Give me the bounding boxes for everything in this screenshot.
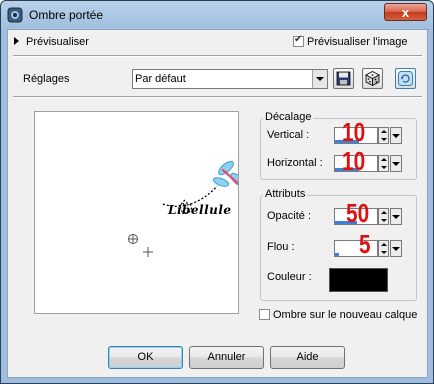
preview-image-checkbox[interactable] <box>293 34 304 47</box>
preset-dropdown[interactable]: Par défaut <box>132 69 328 89</box>
close-button[interactable]: x <box>384 3 427 21</box>
randomize-button[interactable] <box>362 68 383 89</box>
opacity-label: Opacité : <box>267 210 312 222</box>
blur-input[interactable] <box>334 240 378 257</box>
help-button[interactable]: Aide <box>270 346 345 369</box>
save-preset-button[interactable] <box>333 68 354 89</box>
horizontal-label: Horizontal : <box>267 157 323 169</box>
blur-value: 5 <box>359 229 371 259</box>
title-bar[interactable]: Ombre portée x <box>1 1 433 29</box>
chevron-down-icon <box>312 70 327 88</box>
horizontal-spin-arrows-icon[interactable] <box>378 155 389 172</box>
vertical-value: 10 <box>342 117 366 147</box>
watermark-text: Libellule <box>168 203 232 217</box>
attributes-group-title: Attributs <box>263 188 308 200</box>
vertical-dropdown-icon[interactable] <box>390 127 402 144</box>
preview-canvas[interactable]: Libellule <box>34 111 239 314</box>
ok-button[interactable]: OK <box>108 346 183 369</box>
new-layer-checkbox[interactable] <box>259 309 270 320</box>
dialog-client-area: Prévisualiser Prévisualiser l'image Régl… <box>7 29 428 378</box>
preview-image-label: Prévisualiser l'image <box>307 36 408 48</box>
opacity-dropdown-icon[interactable] <box>390 208 402 225</box>
divider <box>13 55 422 57</box>
shadow-color-swatch[interactable] <box>329 268 388 292</box>
horizontal-value: 10 <box>342 146 366 176</box>
app-icon <box>7 7 23 23</box>
settings-label: Réglages <box>23 73 70 85</box>
opacity-value: 50 <box>346 198 370 228</box>
color-label: Couleur : <box>267 271 312 283</box>
divider <box>13 96 422 98</box>
vertical-label: Vertical : <box>267 129 310 141</box>
opacity-spin-arrows-icon[interactable] <box>378 208 389 225</box>
preset-value: Par défaut <box>135 73 186 85</box>
expand-triangle-icon[interactable] <box>14 37 19 45</box>
window-title: Ombre portée <box>29 8 104 22</box>
blur-fill <box>335 253 339 256</box>
horizontal-dropdown-icon[interactable] <box>390 155 402 172</box>
offset-group-title: Décalage <box>263 111 314 123</box>
blur-spin-arrows-icon[interactable] <box>378 240 389 257</box>
close-icon: x <box>401 5 410 20</box>
dice-icon <box>365 71 380 87</box>
cancel-button[interactable]: Annuler <box>189 346 264 369</box>
dialog-window: Ombre portée x Prévisualiser Prévisualis… <box>0 0 434 384</box>
floppy-disk-icon <box>336 71 351 86</box>
reset-button[interactable] <box>395 68 416 89</box>
reset-icon <box>398 71 413 86</box>
preview-section-label: Prévisualiser <box>26 36 89 48</box>
blur-label: Flou : <box>267 241 295 253</box>
new-layer-label: Ombre sur le nouveau calque <box>273 309 418 321</box>
vertical-spin-arrows-icon[interactable] <box>378 127 389 144</box>
blur-dropdown-icon[interactable] <box>390 240 402 257</box>
